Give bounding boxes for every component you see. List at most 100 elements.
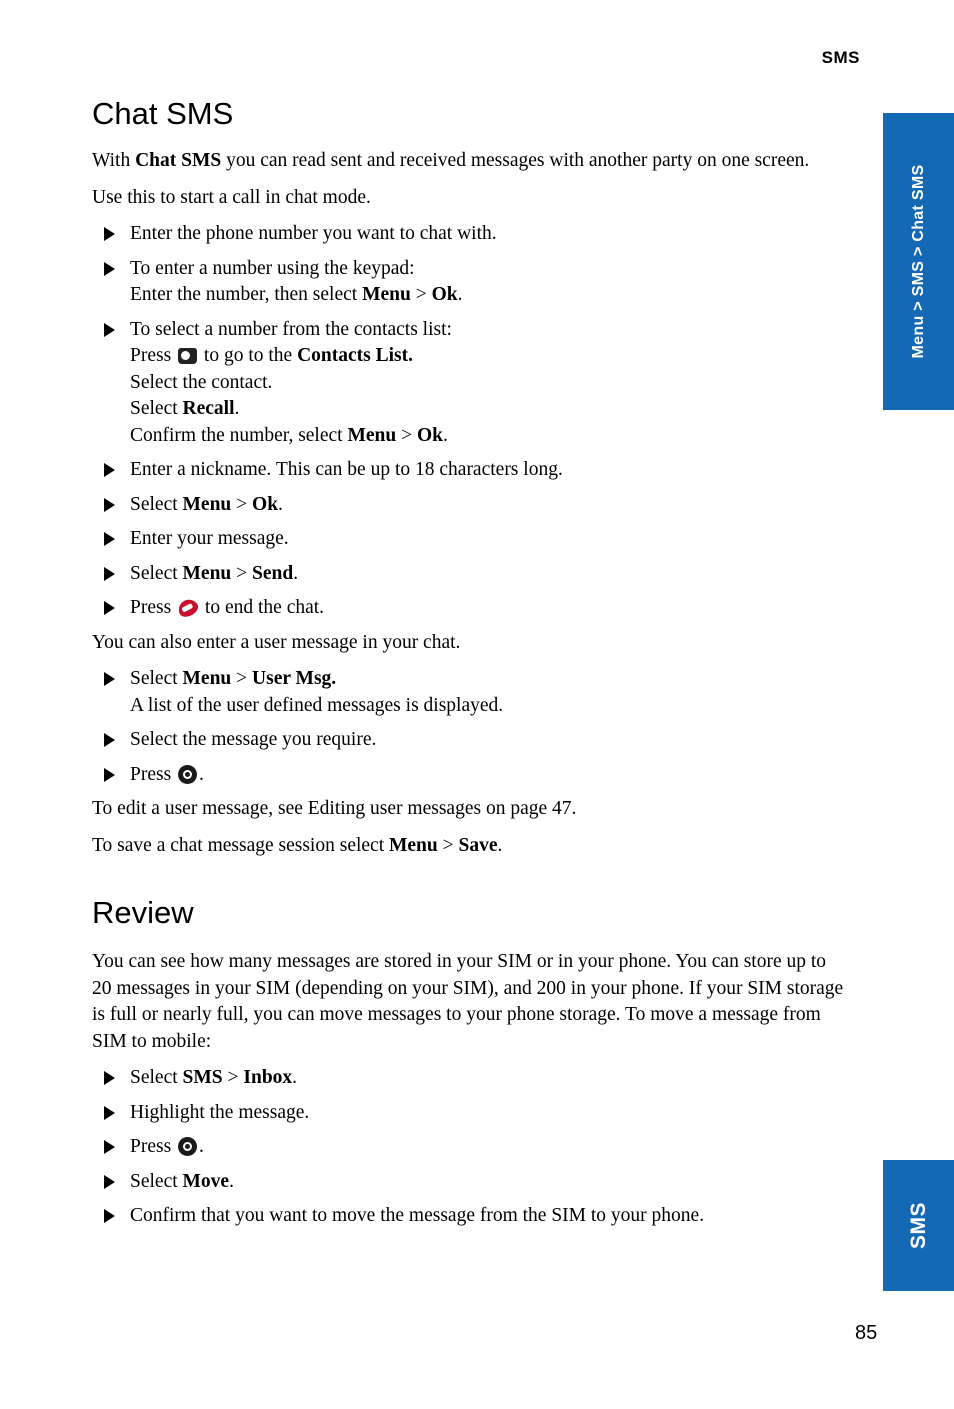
arrow-bullet-icon (104, 767, 115, 782)
list-item: To enter a number using the keypad: Ente… (92, 256, 844, 309)
list-item: Enter a nickname. This can be up to 18 c… (92, 457, 844, 484)
step-text: Select Menu > Ok. (130, 492, 844, 519)
step-text: Enter the phone number you want to chat … (130, 223, 497, 244)
period: . (442, 424, 448, 446)
page-content: Chat SMS With Chat SMS you can read sent… (92, 96, 844, 1238)
ok-label: Ok (431, 284, 458, 305)
save-label: Save (458, 834, 498, 856)
step-text-a: Confirm the number, select (130, 424, 348, 446)
separator: > (410, 284, 432, 305)
step-text-a: Press (130, 1136, 177, 1157)
period: . (199, 1136, 204, 1157)
step-subline: Enter the number, then select Menu > Ok. (130, 282, 844, 309)
step-text-a: Select (130, 1170, 183, 1192)
user-message-lead-paragraph: You can also enter a user message in you… (92, 631, 461, 653)
arrow-bullet-icon (104, 566, 115, 581)
arrow-bullet-icon (104, 1209, 115, 1223)
list-item: To select a number from the contacts lis… (92, 317, 844, 450)
separator: > (231, 668, 253, 689)
step-text-a: Select (130, 493, 183, 515)
select-key-icon (178, 1137, 198, 1156)
arrow-bullet-icon (104, 463, 115, 477)
step-text-a: Select (130, 398, 183, 419)
period: . (234, 398, 240, 419)
inbox-label: Inbox (243, 1067, 293, 1088)
separator: > (396, 424, 417, 446)
step-text-b: to end the chat. (200, 597, 325, 618)
ok-label: Ok (416, 424, 443, 446)
arrow-bullet-icon (104, 1071, 115, 1085)
list-item: Select SMS > Inbox. (92, 1065, 844, 1092)
user-message-step-list: Select Menu > User Msg. A list of the us… (92, 666, 844, 788)
list-item: Highlight the message. (92, 1100, 844, 1127)
list-item: Select the message you require. (92, 727, 844, 754)
save-session-note: To save a chat message session select Me… (92, 833, 844, 860)
step-text: Press . (130, 1134, 844, 1161)
review-intro-paragraph: You can see how many messages are stored… (92, 951, 844, 1052)
arrow-bullet-icon (104, 1140, 115, 1154)
side-tab-chapter-label: SMS (907, 1202, 930, 1250)
period: . (497, 834, 503, 856)
list-item: Select Menu > User Msg. A list of the us… (92, 666, 844, 719)
list-item: Confirm that you want to move the messag… (92, 1203, 844, 1230)
step-text: Select Move. (130, 1169, 844, 1196)
arrow-bullet-icon (104, 1105, 115, 1120)
step-subline: A list of the user defined messages is d… (130, 694, 504, 716)
menu-label: Menu (347, 424, 397, 446)
step-text: To enter a number using the keypad: (130, 257, 415, 279)
step-text: Select Menu > Send. (130, 561, 844, 588)
menu-label: Menu (182, 668, 232, 689)
step-text: Confirm that you want to move the messag… (130, 1205, 705, 1226)
step-text-a: Enter the number, then select (130, 284, 363, 305)
list-item: Select Menu > Ok. (92, 492, 844, 519)
step-text: Select the message you require. (130, 729, 377, 750)
list-item: Select Menu > Send. (92, 561, 844, 588)
arrow-bullet-icon (104, 227, 115, 241)
ok-label: Ok (252, 493, 279, 515)
list-item: Press to end the chat. (92, 595, 844, 622)
menu-label: Menu (362, 284, 411, 305)
step-subline: Select the contact. (130, 371, 273, 393)
separator: > (437, 834, 459, 856)
step-subline: Press to go to the Contacts List. (130, 343, 844, 370)
move-label: Move (182, 1170, 230, 1192)
period: . (293, 562, 299, 584)
side-tab-chapter: SMS (883, 1160, 954, 1291)
step-text-a: Select (130, 562, 183, 584)
select-key-icon (178, 764, 198, 784)
period: . (199, 763, 204, 785)
step-text: Press to end the chat. (130, 595, 844, 622)
side-tab-breadcrumb-label: Menu > SMS > Chat SMS (910, 164, 927, 359)
list-item: Press . (92, 1134, 844, 1161)
arrow-bullet-icon (104, 532, 115, 546)
list-item: Press . (92, 762, 844, 789)
separator: > (222, 1067, 244, 1088)
step-subline: Confirm the number, select Menu > Ok. (130, 423, 844, 450)
chat-sms-lead-paragraph: Use this to start a call in chat mode. (92, 186, 371, 208)
step-text-a: Press (130, 763, 177, 785)
menu-label: Menu (182, 493, 232, 515)
menu-label: Menu (389, 834, 438, 856)
page-number: 85 (855, 1322, 878, 1344)
arrow-bullet-icon (104, 322, 115, 337)
arrow-bullet-icon (104, 672, 115, 686)
menu-label: Menu (182, 562, 232, 584)
step-text: Highlight the message. (130, 1101, 310, 1123)
chat-sms-intro-paragraph: With Chat SMS you can read sent and rece… (92, 148, 844, 175)
step-text: Select Menu > User Msg. (130, 666, 844, 693)
step-text: Enter a nickname. This can be up to 18 c… (130, 459, 563, 480)
intro-text-c: you can read sent and received messages … (221, 150, 810, 171)
arrow-bullet-icon (104, 261, 115, 276)
list-item: Select Move. (92, 1169, 844, 1196)
chat-sms-step-list: Enter the phone number you want to chat … (92, 221, 844, 622)
user-msg-label: User Msg. (252, 668, 337, 689)
step-text: Select SMS > Inbox. (130, 1065, 844, 1092)
separator: > (231, 493, 253, 515)
page-title-chat-sms: Chat SMS (92, 96, 234, 131)
page-title-review: Review (92, 895, 194, 930)
period: . (278, 493, 283, 515)
end-call-icon (175, 596, 201, 620)
arrow-bullet-icon (104, 733, 115, 747)
edit-user-message-note: To edit a user message, see Editing user… (92, 798, 577, 819)
running-head: SMS (821, 48, 860, 67)
